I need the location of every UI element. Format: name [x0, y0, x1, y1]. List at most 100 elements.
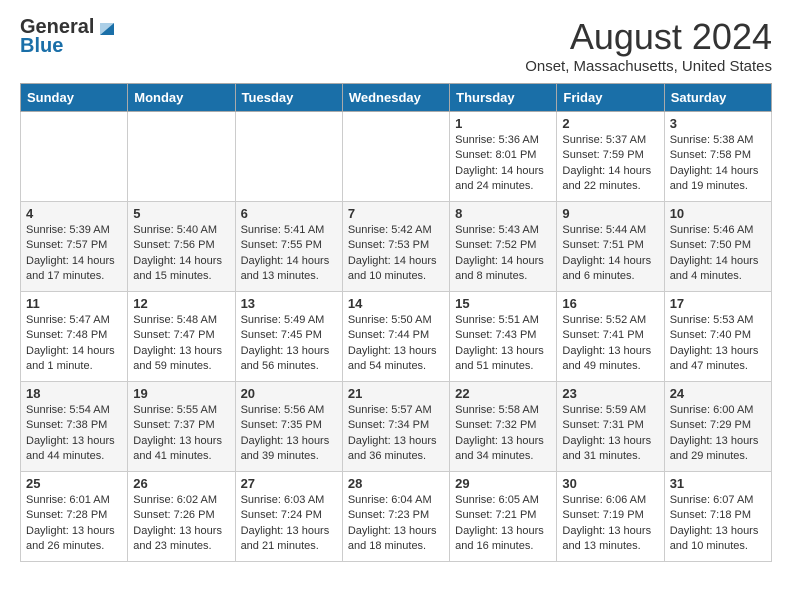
calendar-cell: 20Sunrise: 5:56 AM Sunset: 7:35 PM Dayli…	[235, 382, 342, 472]
day-info: Sunrise: 5:55 AM Sunset: 7:37 PM Dayligh…	[133, 403, 229, 465]
day-number: 21	[348, 386, 444, 401]
title-area: August 2024 Onset, Massachusetts, United…	[525, 16, 772, 75]
day-info: Sunrise: 5:43 AM Sunset: 7:52 PM Dayligh…	[455, 223, 551, 285]
day-info: Sunrise: 5:40 AM Sunset: 7:56 PM Dayligh…	[133, 223, 229, 285]
day-number: 17	[670, 296, 766, 311]
day-info: Sunrise: 5:36 AM Sunset: 8:01 PM Dayligh…	[455, 133, 551, 195]
calendar-cell: 14Sunrise: 5:50 AM Sunset: 7:44 PM Dayli…	[342, 292, 449, 382]
calendar-cell: 8 Sunrise: 5:43 AM Sunset: 7:52 PM Daylig…	[450, 202, 557, 292]
calendar-cell: 28 Sunrise: 6:04 AM Sunset: 7:23 PM Dayli…	[342, 472, 449, 562]
calendar-cell: 3 Sunrise: 5:38 AM Sunset: 7:58 PM Daylig…	[664, 112, 771, 202]
calendar-cell: 10Sunrise: 5:46 AM Sunset: 7:50 PM Dayli…	[664, 202, 771, 292]
logo-blue: Blue	[20, 35, 63, 58]
calendar-cell: 1 Sunrise: 5:36 AM Sunset: 8:01 PM Daylig…	[450, 112, 557, 202]
calendar-cell: 24 Sunrise: 6:00 AM Sunset: 7:29 PM Dayli…	[664, 382, 771, 472]
calendar-cell: 26 Sunrise: 6:02 AM Sunset: 7:26 PM Dayli…	[128, 472, 235, 562]
day-info: Sunrise: 5:57 AM Sunset: 7:34 PM Dayligh…	[348, 403, 444, 465]
day-header-tuesday: Tuesday	[235, 84, 342, 112]
day-number: 23	[562, 386, 658, 401]
calendar-cell	[21, 112, 128, 202]
calendar-cell: 11 Sunrise: 5:47 AM Sunset: 7:48 PM Dayli…	[21, 292, 128, 382]
calendar-cell: 9 Sunrise: 5:44 AM Sunset: 7:51 PM Daylig…	[557, 202, 664, 292]
day-number: 12	[133, 296, 229, 311]
day-info: Sunrise: 6:07 AM Sunset: 7:18 PM Dayligh…	[670, 493, 766, 555]
calendar-cell: 16 Sunrise: 5:52 AM Sunset: 7:41 PM Dayli…	[557, 292, 664, 382]
day-number: 2	[562, 116, 658, 131]
calendar-cell: 17Sunrise: 5:53 AM Sunset: 7:40 PM Dayli…	[664, 292, 771, 382]
day-number: 20	[241, 386, 337, 401]
calendar-cell: 19 Sunrise: 5:55 AM Sunset: 7:37 PM Dayli…	[128, 382, 235, 472]
calendar-cell	[235, 112, 342, 202]
day-info: Sunrise: 5:59 AM Sunset: 7:31 PM Dayligh…	[562, 403, 658, 465]
calendar-cell: 25Sunrise: 6:01 AM Sunset: 7:28 PM Dayli…	[21, 472, 128, 562]
day-number: 22	[455, 386, 551, 401]
day-header-wednesday: Wednesday	[342, 84, 449, 112]
day-info: Sunrise: 5:54 AM Sunset: 7:38 PM Dayligh…	[26, 403, 122, 465]
day-number: 15	[455, 296, 551, 311]
day-number: 9	[562, 206, 658, 221]
day-info: Sunrise: 5:46 AM Sunset: 7:50 PM Dayligh…	[670, 223, 766, 285]
day-number: 11	[26, 296, 122, 311]
calendar-cell: 29 Sunrise: 6:05 AM Sunset: 7:21 PM Dayli…	[450, 472, 557, 562]
day-info: Sunrise: 5:49 AM Sunset: 7:45 PM Dayligh…	[241, 313, 337, 375]
day-info: Sunrise: 5:42 AM Sunset: 7:53 PM Dayligh…	[348, 223, 444, 285]
day-number: 16	[562, 296, 658, 311]
day-info: Sunrise: 5:51 AM Sunset: 7:43 PM Dayligh…	[455, 313, 551, 375]
day-number: 14	[348, 296, 444, 311]
day-info: Sunrise: 5:44 AM Sunset: 7:51 PM Dayligh…	[562, 223, 658, 285]
calendar-cell: 7 Sunrise: 5:42 AM Sunset: 7:53 PM Daylig…	[342, 202, 449, 292]
day-info: Sunrise: 5:38 AM Sunset: 7:58 PM Dayligh…	[670, 133, 766, 195]
day-number: 1	[455, 116, 551, 131]
calendar-week-3: 11 Sunrise: 5:47 AM Sunset: 7:48 PM Dayli…	[21, 292, 772, 382]
day-number: 19	[133, 386, 229, 401]
day-info: Sunrise: 5:48 AM Sunset: 7:47 PM Dayligh…	[133, 313, 229, 375]
day-info: Sunrise: 5:47 AM Sunset: 7:48 PM Dayligh…	[26, 313, 122, 375]
day-number: 5	[133, 206, 229, 221]
location: Onset, Massachusetts, United States	[525, 58, 772, 75]
day-number: 18	[26, 386, 122, 401]
calendar-cell: 22 Sunrise: 5:58 AM Sunset: 7:32 PM Dayli…	[450, 382, 557, 472]
day-info: Sunrise: 6:00 AM Sunset: 7:29 PM Dayligh…	[670, 403, 766, 465]
month-title: August 2024	[525, 16, 772, 58]
day-info: Sunrise: 6:02 AM Sunset: 7:26 PM Dayligh…	[133, 493, 229, 555]
day-info: Sunrise: 5:41 AM Sunset: 7:55 PM Dayligh…	[241, 223, 337, 285]
day-number: 24	[670, 386, 766, 401]
calendar-cell: 5 Sunrise: 5:40 AM Sunset: 7:56 PM Daylig…	[128, 202, 235, 292]
calendar-header-row: SundayMondayTuesdayWednesdayThursdayFrid…	[21, 84, 772, 112]
calendar-cell: 6 Sunrise: 5:41 AM Sunset: 7:55 PM Daylig…	[235, 202, 342, 292]
calendar-cell: 30 Sunrise: 6:06 AM Sunset: 7:19 PM Dayli…	[557, 472, 664, 562]
day-number: 28	[348, 476, 444, 491]
day-number: 31	[670, 476, 766, 491]
calendar-body: 1 Sunrise: 5:36 AM Sunset: 8:01 PM Daylig…	[21, 112, 772, 562]
logo: General Blue	[20, 16, 118, 58]
day-number: 4	[26, 206, 122, 221]
day-number: 3	[670, 116, 766, 131]
day-number: 29	[455, 476, 551, 491]
calendar-cell: 18 Sunrise: 5:54 AM Sunset: 7:38 PM Dayli…	[21, 382, 128, 472]
calendar-week-5: 25Sunrise: 6:01 AM Sunset: 7:28 PM Dayli…	[21, 472, 772, 562]
calendar-week-4: 18 Sunrise: 5:54 AM Sunset: 7:38 PM Dayli…	[21, 382, 772, 472]
day-header-friday: Friday	[557, 84, 664, 112]
calendar-week-1: 1 Sunrise: 5:36 AM Sunset: 8:01 PM Daylig…	[21, 112, 772, 202]
day-number: 13	[241, 296, 337, 311]
day-info: Sunrise: 5:52 AM Sunset: 7:41 PM Dayligh…	[562, 313, 658, 375]
day-number: 8	[455, 206, 551, 221]
day-info: Sunrise: 6:05 AM Sunset: 7:21 PM Dayligh…	[455, 493, 551, 555]
calendar-table: SundayMondayTuesdayWednesdayThursdayFrid…	[20, 83, 772, 562]
calendar-week-2: 4 Sunrise: 5:39 AM Sunset: 7:57 PM Daylig…	[21, 202, 772, 292]
day-info: Sunrise: 5:58 AM Sunset: 7:32 PM Dayligh…	[455, 403, 551, 465]
day-number: 27	[241, 476, 337, 491]
day-info: Sunrise: 5:39 AM Sunset: 7:57 PM Dayligh…	[26, 223, 122, 285]
day-info: Sunrise: 6:06 AM Sunset: 7:19 PM Dayligh…	[562, 493, 658, 555]
calendar-cell: 21 Sunrise: 5:57 AM Sunset: 7:34 PM Dayli…	[342, 382, 449, 472]
day-info: Sunrise: 6:04 AM Sunset: 7:23 PM Dayligh…	[348, 493, 444, 555]
day-number: 26	[133, 476, 229, 491]
day-number: 6	[241, 206, 337, 221]
day-header-thursday: Thursday	[450, 84, 557, 112]
calendar-cell: 15 Sunrise: 5:51 AM Sunset: 7:43 PM Dayli…	[450, 292, 557, 382]
day-number: 30	[562, 476, 658, 491]
header: General Blue August 2024 Onset, Massachu…	[20, 16, 772, 75]
day-info: Sunrise: 6:03 AM Sunset: 7:24 PM Dayligh…	[241, 493, 337, 555]
day-number: 7	[348, 206, 444, 221]
day-header-saturday: Saturday	[664, 84, 771, 112]
